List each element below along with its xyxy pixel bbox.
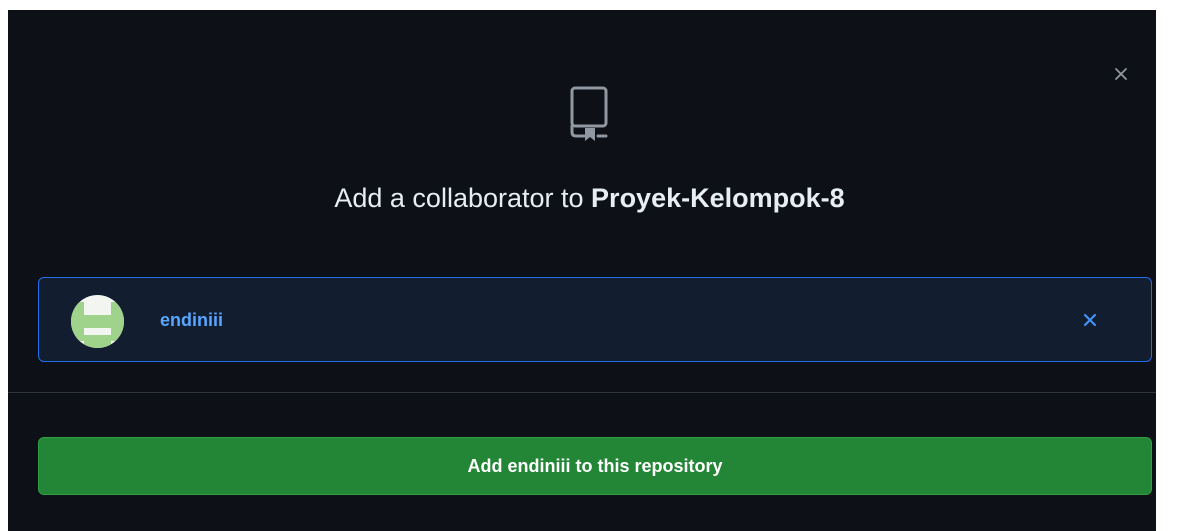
avatar (71, 295, 124, 348)
remove-user-button[interactable] (1075, 305, 1105, 335)
add-collaborator-button[interactable]: Add endiniii to this repository (38, 437, 1152, 495)
divider (8, 392, 1156, 393)
close-icon (1115, 68, 1127, 80)
close-button[interactable] (1106, 59, 1136, 89)
username: endiniii (160, 310, 223, 330)
title-prefix: Add a collaborator to (334, 183, 592, 213)
selected-user-chip: endiniii (38, 277, 1152, 362)
repo-name: Proyek-Kelompok-8 (591, 183, 845, 213)
repo-icon (570, 86, 608, 141)
close-icon (1083, 313, 1097, 327)
page: Add a collaborator to Proyek-Kelompok-8 … (0, 0, 1179, 531)
dialog-title: Add a collaborator to Proyek-Kelompok-8 (0, 173, 1179, 223)
